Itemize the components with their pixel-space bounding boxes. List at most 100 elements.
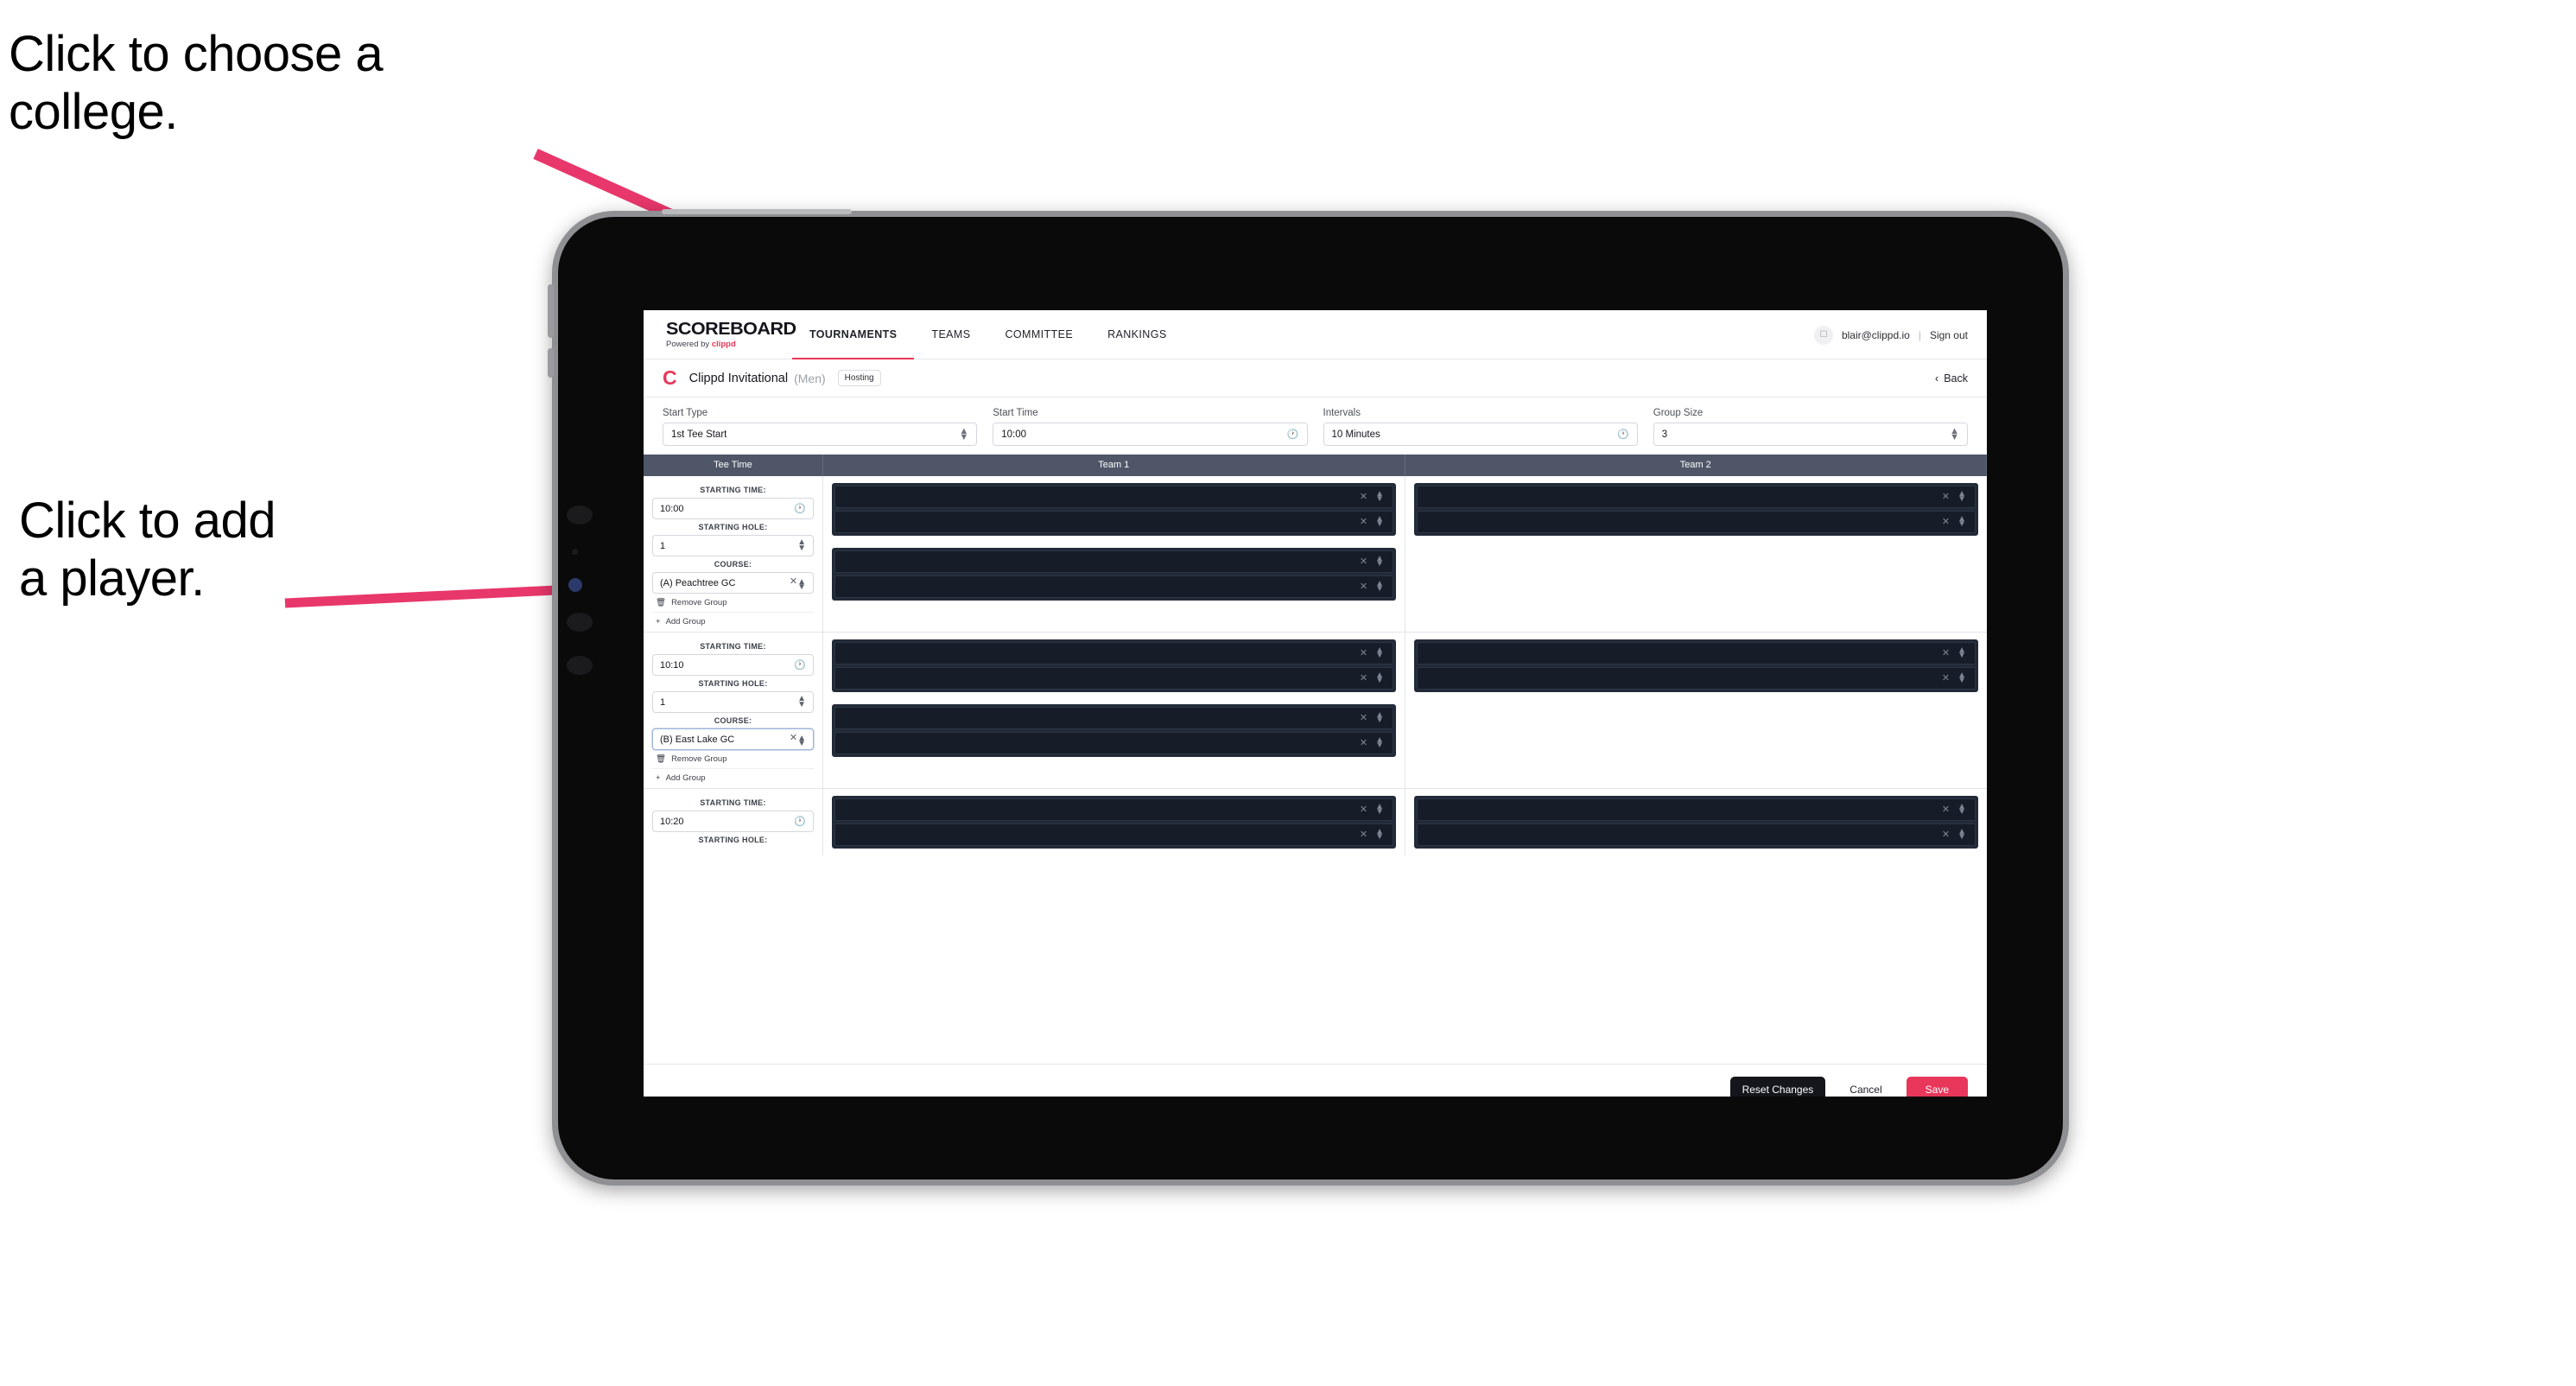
nav-link-tournaments[interactable]: TOURNAMENTS (792, 310, 915, 359)
team-2-group-a[interactable]: ✕ ▲ ▼ ✕ ▲ ▼ (1414, 483, 1978, 536)
clear-player-icon[interactable]: ✕ (1942, 648, 1950, 658)
tee-sheet-table-body[interactable]: STARTING TIME: 10:00 🕐 STARTING HOLE: 1 ▲ ▼ COU… (644, 476, 1987, 1064)
chevron-updown-icon[interactable]: ▲ ▼ (1375, 671, 1384, 685)
clear-player-icon[interactable]: ✕ (1942, 517, 1950, 527)
clear-course-icon[interactable]: ✕ (790, 576, 797, 587)
label-start-type: Start Type (663, 408, 708, 418)
select-course[interactable]: (A) Peachtree GC ✕▲ ▼ (652, 572, 814, 594)
select-group-size[interactable]: 3 ▲ ▼ (1653, 423, 1968, 446)
player-slot[interactable]: ✕ ▲ ▼ (834, 732, 1393, 754)
chevron-updown-icon[interactable]: ▲ ▼ (1375, 579, 1384, 594)
add-group-button[interactable]: + Add Group (652, 769, 814, 783)
player-slot[interactable]: ✕ ▲ ▼ (1417, 798, 1976, 821)
player-slot[interactable]: ✕ ▲ ▼ (1417, 667, 1976, 690)
chevron-updown-icon[interactable]: ▲ ▼ (797, 734, 806, 748)
player-slot[interactable]: ✕ ▲ ▼ (834, 642, 1393, 664)
player-slot[interactable]: ✕ ▲ ▼ (834, 707, 1393, 729)
clear-player-icon[interactable]: ✕ (1942, 673, 1950, 683)
select-starting-hole[interactable]: 1 ▲ ▼ (652, 691, 814, 713)
clear-player-icon[interactable]: ✕ (1360, 713, 1367, 723)
clear-player-icon[interactable]: ✕ (1360, 830, 1367, 840)
chevron-updown-icon[interactable]: ▲ ▼ (1375, 827, 1384, 842)
player-slot[interactable]: ✕ ▲ ▼ (834, 550, 1393, 573)
chevron-updown-icon[interactable]: ▲ ▼ (797, 695, 806, 709)
cancel-button[interactable]: Cancel (1837, 1077, 1894, 1097)
team-1-group-b[interactable]: ✕ ▲ ▼ ✕ ▲ ▼ (832, 704, 1396, 757)
chevron-updown-icon[interactable]: ▲ ▼ (1375, 554, 1384, 569)
chevron-updown-icon[interactable]: ▲ ▼ (1957, 645, 1966, 660)
select-starting-hole[interactable]: 1 ▲ ▼ (652, 535, 814, 556)
clear-course-icon[interactable]: ✕ (790, 733, 797, 743)
chevron-updown-icon[interactable]: ▲ ▼ (1375, 514, 1384, 529)
chevron-updown-icon[interactable]: ▲ ▼ (1957, 827, 1966, 842)
brand-logo[interactable]: SCOREBOARD Powered by clippd (644, 321, 796, 349)
chevron-updown-icon[interactable]: ▲ ▼ (959, 426, 968, 442)
chevron-updown-icon[interactable]: ▲ ▼ (1375, 489, 1384, 504)
back-button[interactable]: ‹ Back (1935, 372, 1968, 385)
player-slot[interactable]: ✕ ▲ ▼ (834, 667, 1393, 690)
remove-group-button[interactable]: 🗑 Remove Group (652, 594, 814, 613)
clear-player-icon[interactable]: ✕ (1942, 804, 1950, 815)
chevron-updown-icon[interactable]: ▲ ▼ (1957, 671, 1966, 685)
clear-player-icon[interactable]: ✕ (1360, 648, 1367, 658)
remove-group-button[interactable]: 🗑 Remove Group (652, 750, 814, 769)
clock-icon[interactable]: 🕐 (1287, 429, 1299, 440)
player-slot[interactable]: ✕ ▲ ▼ (1417, 642, 1976, 664)
chevron-updown-icon[interactable]: ▲ ▼ (1375, 710, 1384, 725)
player-slot[interactable]: ✕ ▲ ▼ (1417, 486, 1976, 508)
clear-player-icon[interactable]: ✕ (1942, 492, 1950, 502)
chevron-updown-icon[interactable]: ▲ ▼ (1957, 802, 1966, 817)
save-button[interactable]: Save (1906, 1076, 1968, 1097)
chevron-updown-icon[interactable]: ▲ ▼ (797, 538, 806, 553)
tablet-volume-down-button[interactable] (548, 348, 554, 378)
team-2-group-a[interactable]: ✕ ▲ ▼ ✕ ▲ ▼ (1414, 639, 1978, 692)
clear-player-icon[interactable]: ✕ (1360, 582, 1367, 592)
player-slot[interactable]: ✕ ▲ ▼ (834, 511, 1393, 533)
clear-player-icon[interactable]: ✕ (1360, 804, 1367, 815)
clock-icon[interactable]: 🕐 (1617, 429, 1629, 440)
chevron-updown-icon[interactable]: ▲ ▼ (1375, 735, 1384, 750)
chevron-updown-icon[interactable]: ▲ ▼ (1957, 489, 1966, 504)
chevron-updown-icon[interactable]: ▲ ▼ (1375, 802, 1384, 817)
clear-player-icon[interactable]: ✕ (1942, 830, 1950, 840)
chevron-updown-icon[interactable]: ▲ ▼ (1957, 514, 1966, 529)
input-intervals[interactable]: 10 Minutes 🕐 (1323, 423, 1638, 446)
team-1-group-a[interactable]: ✕ ▲ ▼ ✕ ▲ ▼ (832, 796, 1396, 849)
clock-icon[interactable]: 🕐 (794, 503, 806, 514)
screenshot-root: Click to choose a college. Click to add … (0, 0, 2576, 1386)
nav-link-teams[interactable]: TEAMS (914, 310, 987, 359)
player-slot[interactable]: ✕ ▲ ▼ (1417, 511, 1976, 533)
select-start-type[interactable]: 1st Tee Start ▲ ▼ (663, 423, 978, 446)
nav-link-rankings[interactable]: RANKINGS (1090, 310, 1184, 359)
clear-player-icon[interactable]: ✕ (1360, 492, 1367, 502)
player-slot[interactable]: ✕ ▲ ▼ (834, 823, 1393, 846)
select-course[interactable]: (B) East Lake GC ✕▲ ▼ (652, 728, 814, 750)
player-slot[interactable]: ✕ ▲ ▼ (834, 575, 1393, 598)
player-slot[interactable]: ✕ ▲ ▼ (834, 798, 1393, 821)
clock-icon[interactable]: 🕐 (794, 816, 806, 827)
add-group-button[interactable]: + Add Group (652, 613, 814, 626)
clear-player-icon[interactable]: ✕ (1360, 517, 1367, 527)
team-1-group-a[interactable]: ✕ ▲ ▼ ✕ ▲ ▼ (832, 639, 1396, 692)
sign-out-link[interactable]: Sign out (1930, 329, 1968, 341)
clear-player-icon[interactable]: ✕ (1360, 673, 1367, 683)
chevron-updown-icon[interactable]: ▲ ▼ (1375, 645, 1384, 660)
input-starting-time[interactable]: 10:10 🕐 (652, 654, 814, 676)
chevron-updown-icon[interactable]: ▲ ▼ (797, 577, 806, 592)
player-slot[interactable]: ✕ ▲ ▼ (834, 486, 1393, 508)
input-start-time[interactable]: 10:00 🕐 (993, 423, 1308, 446)
player-slot[interactable]: ✕ ▲ ▼ (1417, 823, 1976, 846)
clear-player-icon[interactable]: ✕ (1360, 556, 1367, 567)
clock-icon[interactable]: 🕐 (794, 659, 806, 671)
reset-changes-button[interactable]: Reset Changes (1729, 1076, 1826, 1097)
user-icon[interactable]: ☐ (1813, 325, 1833, 345)
team-1-group-a[interactable]: ✕ ▲ ▼ ✕ ▲ ▼ (832, 483, 1396, 536)
team-2-group-a[interactable]: ✕ ▲ ▼ ✕ ▲ ▼ (1414, 796, 1978, 849)
nav-link-committee[interactable]: COMMITTEE (987, 310, 1090, 359)
input-starting-time[interactable]: 10:00 🕐 (652, 498, 814, 519)
chevron-updown-icon[interactable]: ▲ ▼ (1950, 426, 1959, 442)
clear-player-icon[interactable]: ✕ (1360, 738, 1367, 748)
team-1-group-b[interactable]: ✕ ▲ ▼ ✕ ▲ ▼ (832, 548, 1396, 601)
tablet-volume-up-button[interactable] (548, 284, 554, 338)
input-starting-time[interactable]: 10:20 🕐 (652, 811, 814, 832)
